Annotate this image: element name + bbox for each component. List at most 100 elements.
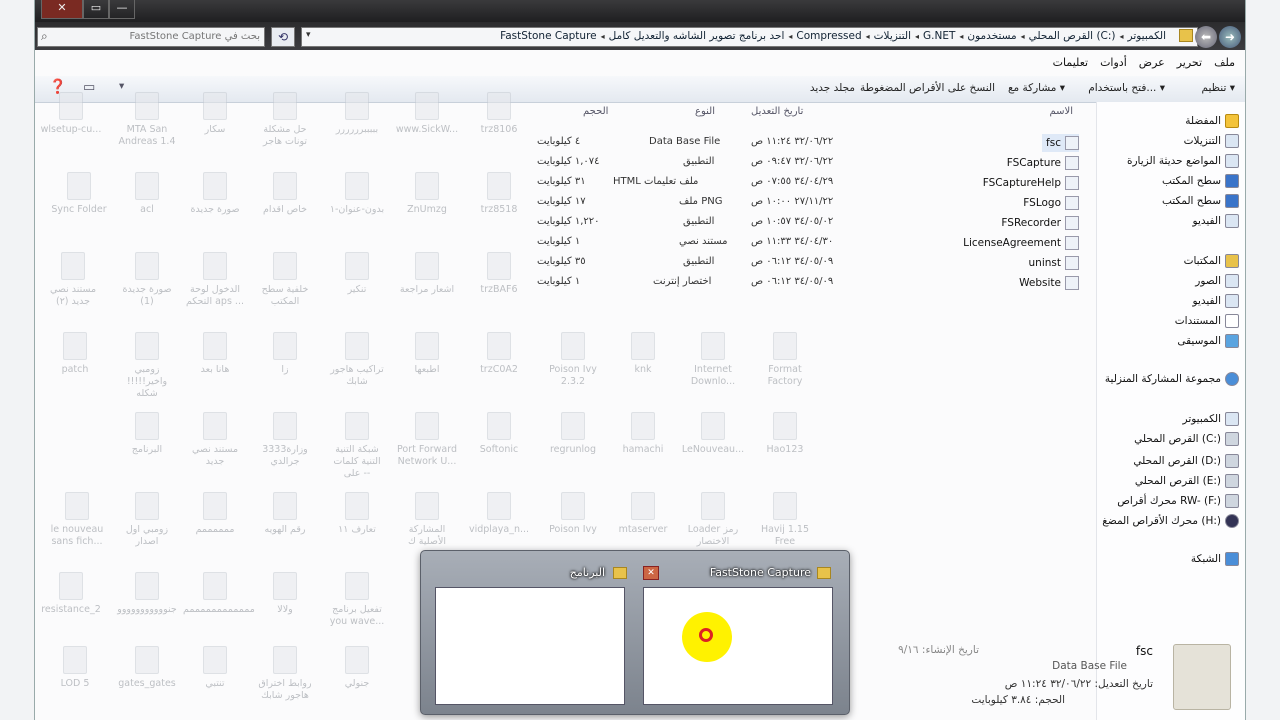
- crumb[interactable]: احد برنامج تصوير الشاشه والتعديل كامل: [606, 30, 788, 44]
- nav-music[interactable]: الموسيقى: [1177, 332, 1239, 350]
- desktop-icon: trzC0A2: [467, 332, 531, 376]
- file-icon: [1065, 136, 1079, 150]
- nav-drive-d[interactable]: القرص المحلي (D:): [1133, 452, 1239, 470]
- menu-edit[interactable]: تحرير: [1177, 56, 1202, 69]
- nav-desktop-2[interactable]: سطح المكتب: [1162, 192, 1239, 210]
- nav-drive-e[interactable]: القرص المحلي (E:): [1135, 472, 1239, 490]
- crumb[interactable]: القرص المحلي (C:): [1026, 30, 1119, 44]
- nav-computer[interactable]: الكمبيوتر: [1183, 410, 1239, 428]
- file-name: FSRecorder: [1001, 217, 1061, 229]
- crumb[interactable]: G.NET: [920, 30, 958, 44]
- desktop-icon: سكار: [183, 92, 247, 136]
- network-icon: [1225, 552, 1239, 566]
- type-cell: مستند نصي: [679, 236, 728, 247]
- details-file-type: Data Base File: [1052, 660, 1127, 672]
- maximize-button[interactable]: ▭: [83, 0, 109, 19]
- file-row[interactable]: LicenseAgreement: [963, 234, 1079, 252]
- nav-homegroup[interactable]: مجموعة المشاركة المنزلية: [1105, 370, 1239, 388]
- file-name: uninst: [1028, 257, 1061, 269]
- column-header-size[interactable]: الحجم: [583, 106, 608, 117]
- nav-desktop[interactable]: سطح المكتب: [1162, 172, 1239, 190]
- chevron-down-icon[interactable]: ▾: [306, 30, 311, 40]
- date-cell: ٢٧/١١/٢٢ ١٠:٠٠ ص: [751, 196, 834, 207]
- desktop-icon: حل مشكلة تونات هاجر: [253, 92, 317, 148]
- crumb[interactable]: FastStone Capture: [497, 30, 600, 44]
- desktop-icon: Havij 1.15 Free: [753, 492, 817, 548]
- desktop-icon: mtaserver: [611, 492, 675, 536]
- column-header-name[interactable]: الاسم: [1049, 106, 1073, 117]
- computer-icon: [1225, 412, 1239, 426]
- address-bar[interactable]: ▾ الكمبيوتر ◂ القرص المحلي (C:) ◂ مستخدمون…: [301, 27, 1198, 47]
- preview-window-left[interactable]: البرنامج: [433, 561, 629, 706]
- file-row[interactable]: FSLogo: [1023, 194, 1079, 212]
- cursor-icon: [699, 628, 713, 642]
- file-row[interactable]: FSRecorder: [1001, 214, 1079, 232]
- nav-pictures[interactable]: الصور: [1195, 272, 1239, 290]
- nav-drive-c[interactable]: القرص المحلي (C:): [1134, 430, 1239, 448]
- file-row[interactable]: Website: [1019, 274, 1079, 292]
- date-cell: ٣٢/٠٦/٢٢ ٠٩:٤٧ ص: [751, 156, 834, 167]
- navigation-pane: المفضلة التنزيلات المواضع حديثة الزيارة …: [1096, 102, 1245, 720]
- nav-drive-f[interactable]: محرك أقراص RW- (F:): [1117, 492, 1239, 510]
- file-row[interactable]: FSCapture: [1007, 154, 1079, 172]
- file-row[interactable]: FSCaptureHelp: [983, 174, 1079, 192]
- forward-arrow-icon[interactable]: ⬅: [1195, 26, 1217, 48]
- nav-video[interactable]: الفيديو: [1193, 212, 1239, 230]
- taskbar-preview: البرنامج ✕ FastStone Capture: [420, 550, 850, 715]
- music-icon: [1225, 334, 1239, 348]
- nav-videos[interactable]: الفيديو: [1193, 292, 1239, 310]
- nav-libraries[interactable]: المكتبات: [1184, 252, 1239, 270]
- minimize-button[interactable]: —: [109, 0, 135, 19]
- nav-downloads[interactable]: التنزيلات: [1184, 132, 1239, 150]
- desktop-icon: بببببرررررر: [325, 92, 389, 136]
- drive-icon: [1225, 432, 1239, 446]
- search-input[interactable]: [70, 29, 260, 43]
- nav-network[interactable]: الشبكة: [1191, 550, 1239, 568]
- menu-view[interactable]: عرض: [1139, 56, 1165, 69]
- close-button[interactable]: ✕: [41, 0, 83, 19]
- menu-tools[interactable]: أدوات: [1100, 56, 1127, 69]
- refresh-icon[interactable]: ⟲: [271, 27, 295, 47]
- menu-help[interactable]: تعليمات: [1053, 56, 1088, 69]
- column-header-type[interactable]: النوع: [695, 106, 715, 117]
- file-row[interactable]: uninst: [1029, 254, 1079, 272]
- nav-favorites[interactable]: المفضلة: [1185, 112, 1239, 130]
- file-row-selected[interactable]: fsc: [1042, 134, 1079, 152]
- desktop-icon: الدخول لوحة التحكم aps ...: [183, 252, 247, 308]
- size-cell: ١ كيلوبايت: [537, 236, 581, 247]
- search-icon: ⌕: [41, 29, 48, 43]
- preview-thumbnail[interactable]: [435, 587, 625, 705]
- desktop-icon: زومبي اول اصدار: [115, 492, 179, 548]
- organize-button[interactable]: تنظيم ▾: [1202, 82, 1235, 94]
- preview-thumbnail[interactable]: [643, 587, 833, 705]
- desktop-icon: رقم الهويه: [253, 492, 317, 536]
- column-header-date[interactable]: تاريخ التعديل: [751, 106, 803, 117]
- folder-icon: [1179, 29, 1193, 42]
- desktop-icon: Internet Downlo...: [681, 332, 745, 388]
- address-row: ⌕ ⟲ ▾ الكمبيوتر◂ القرص المحلي (C:)◂ مستخ…: [35, 22, 1245, 50]
- desktop-icon: تراكيب هاجور شابك: [325, 332, 389, 388]
- close-icon[interactable]: ✕: [643, 566, 659, 580]
- menu-file[interactable]: ملف: [1214, 56, 1235, 69]
- drive-icon: [1225, 474, 1239, 488]
- file-details-row: ٣٢/٠٦/٢٢ ٠٩:٤٧ ص التطبيق ١,٠٧٤ كيلوبايت: [533, 156, 873, 174]
- size-cell: ٣٥ كيلوبايت: [537, 256, 586, 267]
- date-cell: ٣٤/٠٥/٠٩ ٠٦:١٢ ص: [751, 276, 834, 287]
- preview-window-right[interactable]: ✕ FastStone Capture: [641, 561, 837, 706]
- desktop-icon: المشاركة الأصلية ك: [395, 492, 459, 548]
- title-bar: ✕ ▭ —: [35, 0, 1245, 22]
- nav-drive-h[interactable]: محرك الأقراص المضغ (H:): [1102, 512, 1239, 530]
- drive-icon: [1225, 454, 1239, 468]
- crumb[interactable]: التنزيلات: [871, 30, 914, 44]
- size-cell: ١ كيلوبايت: [537, 276, 581, 287]
- nav-documents[interactable]: المستندات: [1175, 312, 1239, 330]
- app-icon: [1065, 216, 1079, 230]
- star-icon: [1225, 114, 1239, 128]
- crumb[interactable]: مستخدمون: [964, 30, 1019, 44]
- search-box[interactable]: ⌕: [37, 27, 265, 47]
- desktop-icon: زومبي واخير!!!!! شكله: [115, 332, 179, 400]
- nav-recent-places[interactable]: المواضع حديثة الزيارة: [1127, 152, 1239, 170]
- crumb[interactable]: Compressed: [793, 30, 864, 44]
- back-arrow-icon[interactable]: ➜: [1219, 26, 1241, 48]
- crumb[interactable]: الكمبيوتر: [1125, 30, 1169, 44]
